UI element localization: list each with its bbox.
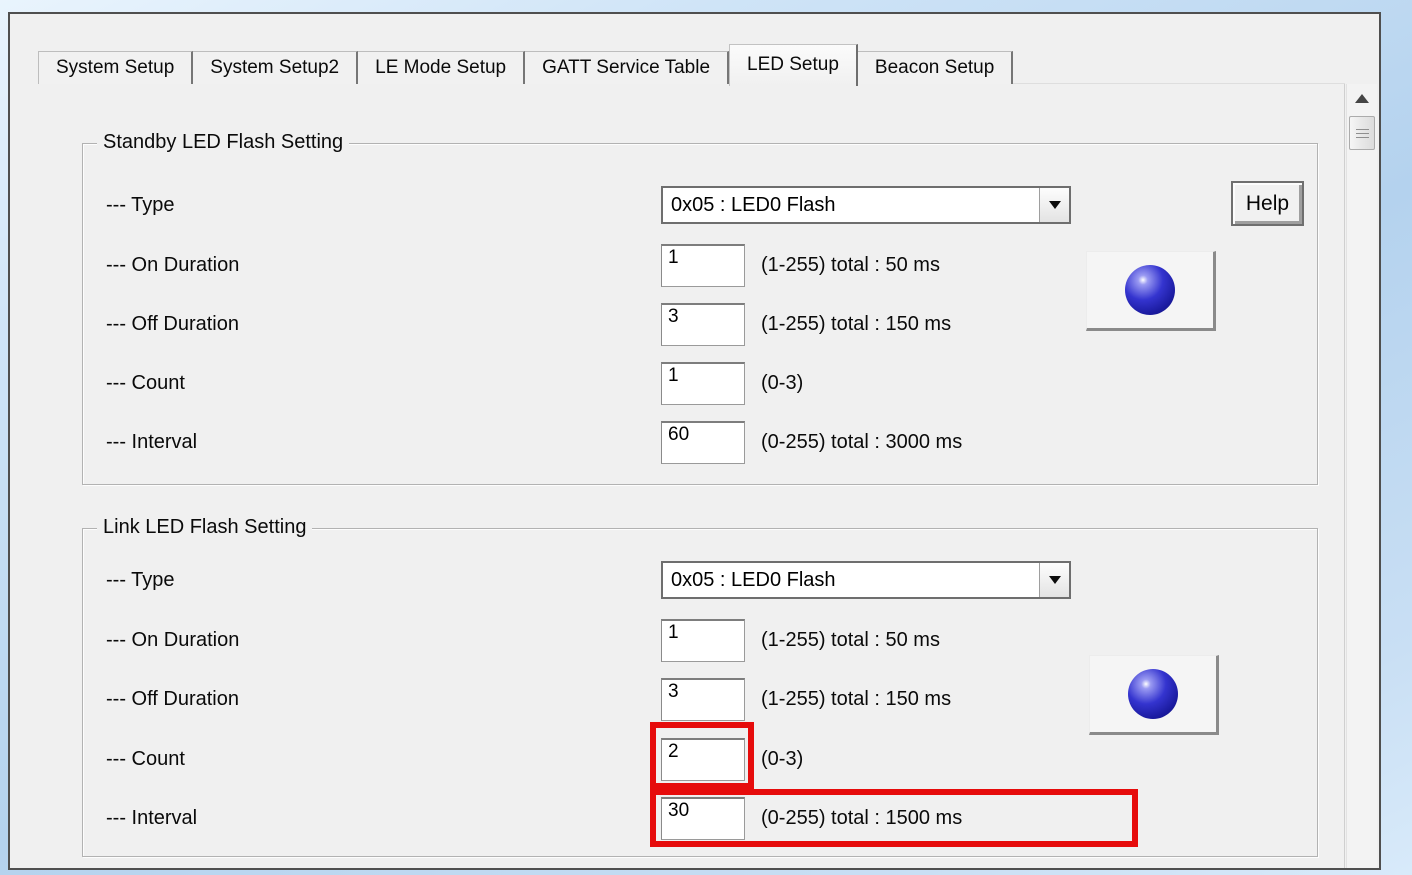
link-count-input[interactable]	[661, 738, 745, 781]
type-label: --- Type	[106, 194, 175, 217]
off-duration-label: --- Off Duration	[106, 313, 239, 336]
standby-type-combobox[interactable]: 0x05 : LED0 Flash	[661, 186, 1071, 224]
blue-led-ball-icon	[1125, 265, 1175, 315]
combobox-dropdown-button[interactable]	[1039, 188, 1069, 222]
on-duration-label: --- On Duration	[106, 254, 239, 277]
group-title: Standby LED Flash Setting	[97, 131, 349, 154]
up-arrow-icon	[1355, 94, 1369, 103]
page-background: { "tabs": { "items": [ { "label": "Syste…	[0, 0, 1412, 875]
tab-label: System Setup	[56, 57, 174, 79]
pane-right-border	[1344, 84, 1345, 868]
group-standby-led-flash: Standby LED Flash Setting --- Type 0x05 …	[82, 143, 1318, 485]
link-on-duration-input[interactable]	[661, 619, 745, 662]
help-button[interactable]: Help	[1231, 181, 1304, 226]
app-window: System Setup System Setup2 LE Mode Setup…	[8, 12, 1381, 870]
tab-led-setup[interactable]: LED Setup	[729, 44, 858, 86]
interval-label: --- Interval	[106, 807, 197, 830]
scrollbar-thumb[interactable]	[1349, 116, 1375, 150]
tab-system-setup[interactable]: System Setup	[38, 51, 193, 84]
tab-label: LE Mode Setup	[375, 57, 506, 79]
on-duration-label: --- On Duration	[106, 629, 239, 652]
tab-label: Beacon Setup	[875, 57, 994, 79]
off-duration-hint: (1-255) total : 150 ms	[761, 313, 951, 336]
standby-led-test-button[interactable]	[1086, 251, 1216, 331]
tab-bar: System Setup System Setup2 LE Mode Setup…	[38, 42, 1013, 84]
off-duration-label: --- Off Duration	[106, 688, 239, 711]
standby-interval-input[interactable]	[661, 421, 745, 464]
link-led-test-button[interactable]	[1089, 655, 1219, 735]
on-duration-hint: (1-255) total : 50 ms	[761, 629, 940, 652]
interval-hint: (0-255) total : 1500 ms	[761, 807, 962, 830]
scroll-up-button[interactable]	[1347, 84, 1377, 112]
off-duration-hint: (1-255) total : 150 ms	[761, 688, 951, 711]
standby-off-duration-input[interactable]	[661, 303, 745, 346]
count-hint: (0-3)	[761, 372, 803, 395]
group-title: Link LED Flash Setting	[97, 516, 312, 539]
on-duration-hint: (1-255) total : 50 ms	[761, 254, 940, 277]
group-link-led-flash: Link LED Flash Setting --- Type 0x05 : L…	[82, 528, 1318, 857]
tab-label: LED Setup	[747, 54, 839, 76]
count-label: --- Count	[106, 748, 185, 771]
tab-beacon-setup[interactable]: Beacon Setup	[858, 51, 1013, 84]
tab-label: System Setup2	[210, 57, 339, 79]
tab-le-mode-setup[interactable]: LE Mode Setup	[358, 51, 525, 84]
interval-hint: (0-255) total : 3000 ms	[761, 431, 962, 454]
tab-system-setup2[interactable]: System Setup2	[193, 51, 358, 84]
blue-led-ball-icon	[1128, 669, 1178, 719]
count-hint: (0-3)	[761, 748, 803, 771]
tab-gatt-service-table[interactable]: GATT Service Table	[525, 51, 729, 84]
thumb-grip-icon	[1356, 137, 1369, 138]
link-interval-input[interactable]	[661, 797, 745, 840]
type-label: --- Type	[106, 569, 175, 592]
thumb-grip-icon	[1356, 129, 1369, 130]
count-label: --- Count	[106, 372, 185, 395]
standby-count-input[interactable]	[661, 362, 745, 405]
interval-label: --- Interval	[106, 431, 197, 454]
standby-on-duration-input[interactable]	[661, 244, 745, 287]
tab-label: GATT Service Table	[542, 57, 710, 79]
thumb-grip-icon	[1356, 133, 1369, 134]
link-type-combobox[interactable]: 0x05 : LED0 Flash	[661, 561, 1071, 599]
vertical-scrollbar[interactable]	[1346, 84, 1377, 868]
combobox-dropdown-button[interactable]	[1039, 563, 1069, 597]
link-off-duration-input[interactable]	[661, 678, 745, 721]
combobox-value: 0x05 : LED0 Flash	[663, 194, 1039, 217]
dropdown-arrow-icon	[1049, 201, 1061, 209]
combobox-value: 0x05 : LED0 Flash	[663, 569, 1039, 592]
dropdown-arrow-icon	[1049, 576, 1061, 584]
